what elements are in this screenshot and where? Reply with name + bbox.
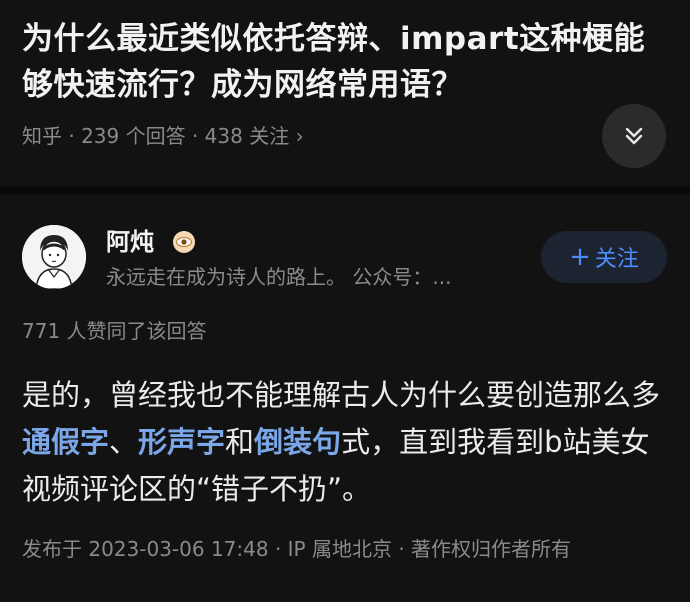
author-bio: 永远走在成为诗人的路上。 公众号：...: [106, 265, 452, 289]
follow-button[interactable]: + 关注: [541, 231, 667, 283]
answer-text: 是的，曾经我也不能理解古人为什么要创造那么多: [22, 378, 661, 412]
section-divider: [0, 186, 690, 194]
answer-text: 、: [109, 425, 139, 459]
follow-label: 关注: [594, 247, 639, 272]
author-name[interactable]: 阿炖: [106, 226, 154, 258]
avatar[interactable]: [22, 225, 86, 289]
plus-icon: +: [569, 242, 591, 272]
question-meta[interactable]: 知乎 · 239 个回答 · 438 关注 ›: [22, 121, 304, 151]
avatar-illustration-icon: [22, 225, 86, 289]
post-meta: 发布于 2023-03-06 17:48 · IP 属地北京 · 著作权归作者所…: [22, 537, 572, 561]
answer-text: 和: [225, 425, 255, 459]
collapse-button[interactable]: [602, 104, 666, 168]
answer-body: 是的，曾经我也不能理解古人为什么要创造那么多通假字、形声字和倒装句式，直到我看到…: [22, 372, 672, 513]
link-daozhuangju[interactable]: 倒装句: [254, 425, 341, 459]
eye-badge-icon: [173, 231, 195, 253]
upvote-count: 771 人赞同了该回答: [22, 319, 207, 343]
link-xingshengzi[interactable]: 形声字: [138, 425, 225, 459]
double-chevron-down-icon: [625, 127, 643, 145]
question-title[interactable]: 为什么最近类似依托答辩、impart这种梗能够快速流行？成为网络常用语？: [22, 16, 662, 108]
link-tongjiazi[interactable]: 通假字: [22, 425, 109, 459]
